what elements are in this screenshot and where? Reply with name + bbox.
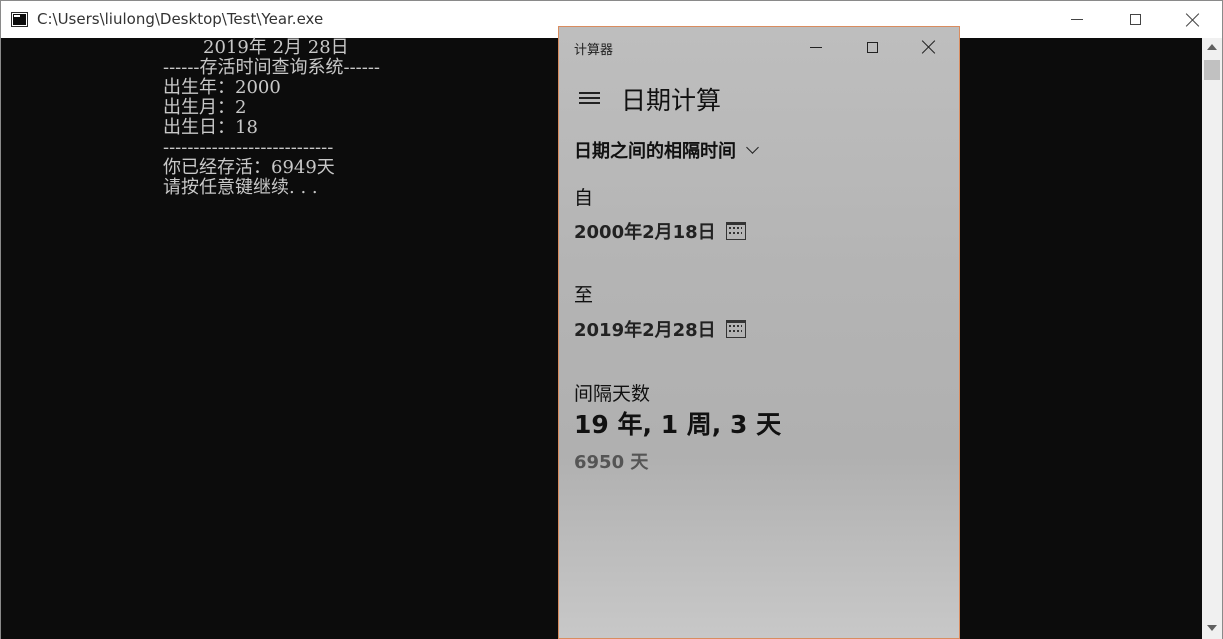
console-window-title: C:\Users\liulong\Desktop\Test\Year.exe bbox=[37, 10, 324, 28]
calculator-maximize-button[interactable] bbox=[852, 33, 892, 61]
console-scrollbar[interactable] bbox=[1202, 38, 1222, 639]
console-line-prompt: 请按任意键继续. . . bbox=[163, 177, 318, 198]
console-line-divider: ---------------------------- bbox=[163, 137, 334, 158]
difference-days: 6950 天 bbox=[574, 452, 649, 473]
console-line-result: 你已经存活：6949天 bbox=[163, 157, 335, 178]
to-date-value: 2019年2月28日 bbox=[574, 320, 716, 341]
from-date-picker[interactable]: 2000年2月18日 bbox=[574, 218, 746, 244]
console-line-birth-year: 出生年：2000 bbox=[163, 77, 281, 98]
console-line-date: 2019年 2月 28日 bbox=[163, 37, 349, 58]
console-line-header: ------存活时间查询系统------ bbox=[163, 57, 380, 78]
calculator-window: 计算器 日期计算 日期之间的相隔时间 自 2000年2月18日 至 2019年2… bbox=[558, 26, 960, 639]
maximize-icon bbox=[866, 41, 878, 53]
from-date-value: 2000年2月18日 bbox=[574, 222, 716, 243]
calculator-title: 计算器 bbox=[574, 43, 614, 58]
minimize-icon bbox=[1071, 19, 1083, 20]
close-icon bbox=[922, 40, 936, 54]
hamburger-menu-icon[interactable] bbox=[579, 91, 600, 105]
scroll-down-arrow-icon[interactable] bbox=[1207, 625, 1217, 631]
scroll-thumb[interactable] bbox=[1204, 60, 1220, 80]
from-label: 自 bbox=[574, 187, 594, 209]
calendar-icon bbox=[725, 320, 746, 338]
calendar-icon bbox=[725, 222, 746, 240]
console-close-button[interactable] bbox=[1164, 1, 1222, 38]
console-app-icon bbox=[11, 12, 28, 27]
maximize-icon bbox=[1129, 14, 1141, 25]
close-icon bbox=[1186, 13, 1200, 27]
console-line-birth-day: 出生日：18 bbox=[163, 117, 258, 138]
scroll-up-arrow-icon[interactable] bbox=[1207, 44, 1217, 50]
to-date-picker[interactable]: 2019年2月28日 bbox=[574, 316, 746, 342]
console-maximize-button[interactable] bbox=[1106, 1, 1164, 38]
difference-label: 间隔天数 bbox=[574, 383, 651, 405]
calculation-type-label: 日期之间的相隔时间 bbox=[574, 141, 736, 162]
console-minimize-button[interactable] bbox=[1048, 1, 1106, 38]
to-label: 至 bbox=[574, 284, 594, 306]
minimize-icon bbox=[810, 46, 822, 48]
calculator-minimize-button[interactable] bbox=[796, 33, 836, 61]
console-line-birth-month: 出生月：2 bbox=[163, 97, 247, 118]
calculation-type-dropdown[interactable]: 日期之间的相隔时间 bbox=[574, 137, 759, 163]
difference-value: 19 年, 1 周, 3 天 bbox=[574, 410, 782, 439]
calculator-mode-title: 日期计算 bbox=[621, 86, 722, 115]
chevron-down-icon bbox=[746, 140, 759, 154]
calculator-close-button[interactable] bbox=[909, 33, 949, 61]
